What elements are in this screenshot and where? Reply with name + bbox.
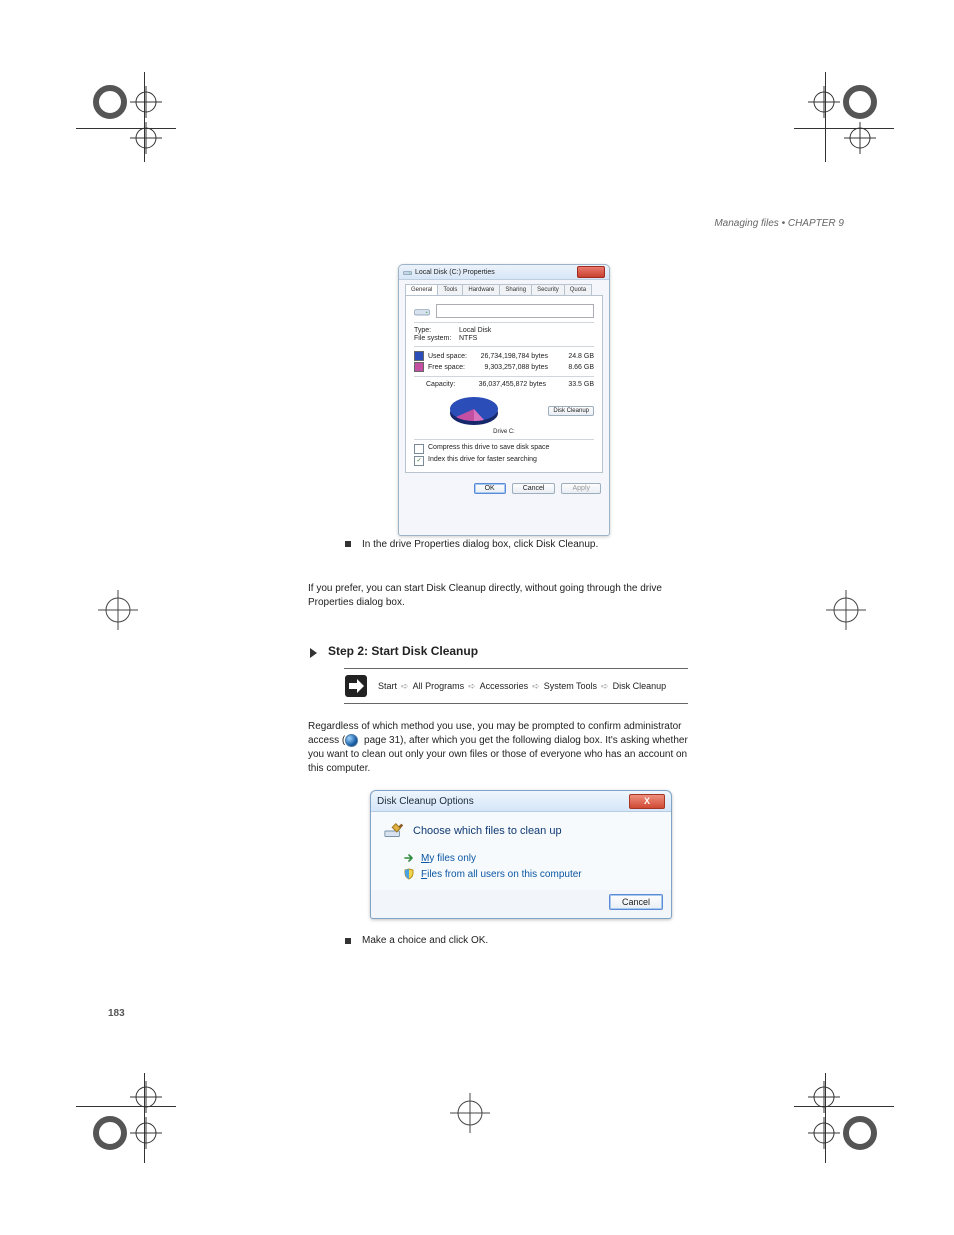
- start-pearl-icon: [345, 734, 358, 747]
- shortcut-path: Start ➪ All Programs ➪ Accessories ➪ Sys…: [344, 668, 688, 704]
- value-filesystem: NTFS: [459, 335, 477, 342]
- swatch-free: [414, 362, 424, 372]
- registration-mark: [816, 580, 876, 640]
- breadcrumb-arrow-icon: ➪: [468, 681, 476, 692]
- close-button[interactable]: X: [629, 794, 665, 809]
- drive-label-input[interactable]: [436, 304, 594, 318]
- tab-sharing[interactable]: Sharing: [499, 284, 532, 295]
- swatch-used: [414, 351, 424, 361]
- registration-mark: [88, 1065, 178, 1155]
- used-bytes: 26,734,198,784 bytes: [470, 353, 548, 360]
- tab-security[interactable]: Security: [531, 284, 565, 295]
- value-type: Local Disk: [459, 327, 491, 334]
- option-my-files[interactable]: My files only: [403, 852, 659, 864]
- tab-panel-general: Type:Local Disk File system:NTFS Used sp…: [405, 295, 603, 473]
- close-button[interactable]: [577, 266, 605, 278]
- compress-label: Compress this drive to save disk space: [428, 444, 549, 451]
- shield-icon: [403, 868, 415, 880]
- cancel-button[interactable]: Cancel: [609, 894, 663, 910]
- used-gb: 24.8 GB: [548, 353, 594, 360]
- tab-hardware[interactable]: Hardware: [462, 284, 500, 295]
- pie-caption: Drive C:: [414, 429, 594, 435]
- cleanup-heading: Choose which files to clean up: [413, 825, 562, 837]
- sc-start: Start: [378, 681, 397, 691]
- label-free: Free space:: [428, 364, 470, 371]
- ok-button[interactable]: OK: [474, 483, 506, 494]
- label-used: Used space:: [428, 353, 470, 360]
- apply-button[interactable]: Apply: [561, 483, 601, 494]
- running-header: Managing files • CHAPTER 9: [714, 218, 844, 229]
- index-checkbox[interactable]: ✓: [414, 456, 424, 466]
- capacity-gb: 33.5 GB: [546, 381, 594, 388]
- bullet-icon: [345, 541, 351, 547]
- window-titlebar[interactable]: Local Disk (C:) Properties: [399, 265, 609, 280]
- registration-mark: [88, 580, 148, 640]
- page-number: 183: [108, 1008, 125, 1019]
- tab-strip: General Tools Hardware Sharing Security …: [399, 280, 609, 295]
- label-type: Type:: [414, 327, 459, 334]
- sc-allprograms: All Programs: [413, 681, 465, 691]
- registration-mark: [440, 1083, 500, 1143]
- free-bytes: 9,303,257,088 bytes: [470, 364, 548, 371]
- index-label: Index this drive for faster searching: [428, 456, 537, 463]
- disk-cleanup-icon: [383, 820, 405, 842]
- registration-mark: [792, 80, 882, 170]
- step-caret-icon: [310, 648, 317, 658]
- tab-tools[interactable]: Tools: [437, 284, 463, 295]
- drive-icon: [414, 304, 430, 318]
- shortcut-arrow-icon: [344, 674, 368, 698]
- paragraph-lead: If you prefer, you can start Disk Cleanu…: [308, 582, 688, 610]
- breadcrumb-arrow-icon: ➪: [601, 681, 609, 692]
- drive-properties-window: Local Disk (C:) Properties General Tools…: [398, 264, 610, 536]
- sc-systemtools: System Tools: [544, 681, 597, 691]
- compress-checkbox[interactable]: [414, 444, 424, 454]
- breadcrumb-arrow-icon: ➪: [532, 681, 540, 692]
- free-gb: 8.66 GB: [548, 364, 594, 371]
- step2-heading: Step 2: Start Disk Cleanup: [328, 644, 478, 658]
- sc-diskcleanup: Disk Cleanup: [613, 681, 667, 691]
- capacity-bytes: 36,037,455,872 bytes: [468, 381, 546, 388]
- label-capacity: Capacity:: [426, 381, 468, 388]
- usage-pie-chart: [444, 389, 504, 431]
- tab-general[interactable]: General: [405, 284, 438, 295]
- window-titlebar[interactable]: Disk Cleanup Options X: [371, 791, 671, 812]
- tab-quota[interactable]: Quota: [564, 284, 592, 295]
- window-title: Disk Cleanup Options: [377, 796, 474, 807]
- disk-cleanup-button[interactable]: Disk Cleanup: [548, 406, 594, 416]
- breadcrumb-arrow-icon: ➪: [401, 681, 409, 692]
- bullet-icon: [345, 938, 351, 944]
- cancel-button[interactable]: Cancel: [512, 483, 556, 494]
- disk-cleanup-options-window: Disk Cleanup Options X Choose which file…: [370, 790, 672, 919]
- drive-icon: [403, 268, 412, 277]
- paragraph-after-shortcut: Regardless of which method you use, you …: [308, 720, 688, 776]
- label-filesystem: File system:: [414, 335, 459, 342]
- sc-accessories: Accessories: [480, 681, 529, 691]
- arrow-right-icon: [403, 852, 415, 864]
- caption-cleanup: Make a choice and click OK.: [362, 935, 488, 946]
- registration-mark: [792, 1065, 882, 1155]
- registration-mark: [88, 80, 178, 170]
- caption-properties: In the drive Properties dialog box, clic…: [362, 538, 682, 552]
- option-all-users[interactable]: Files from all users on this computer: [403, 868, 659, 880]
- window-title: Local Disk (C:) Properties: [415, 269, 495, 276]
